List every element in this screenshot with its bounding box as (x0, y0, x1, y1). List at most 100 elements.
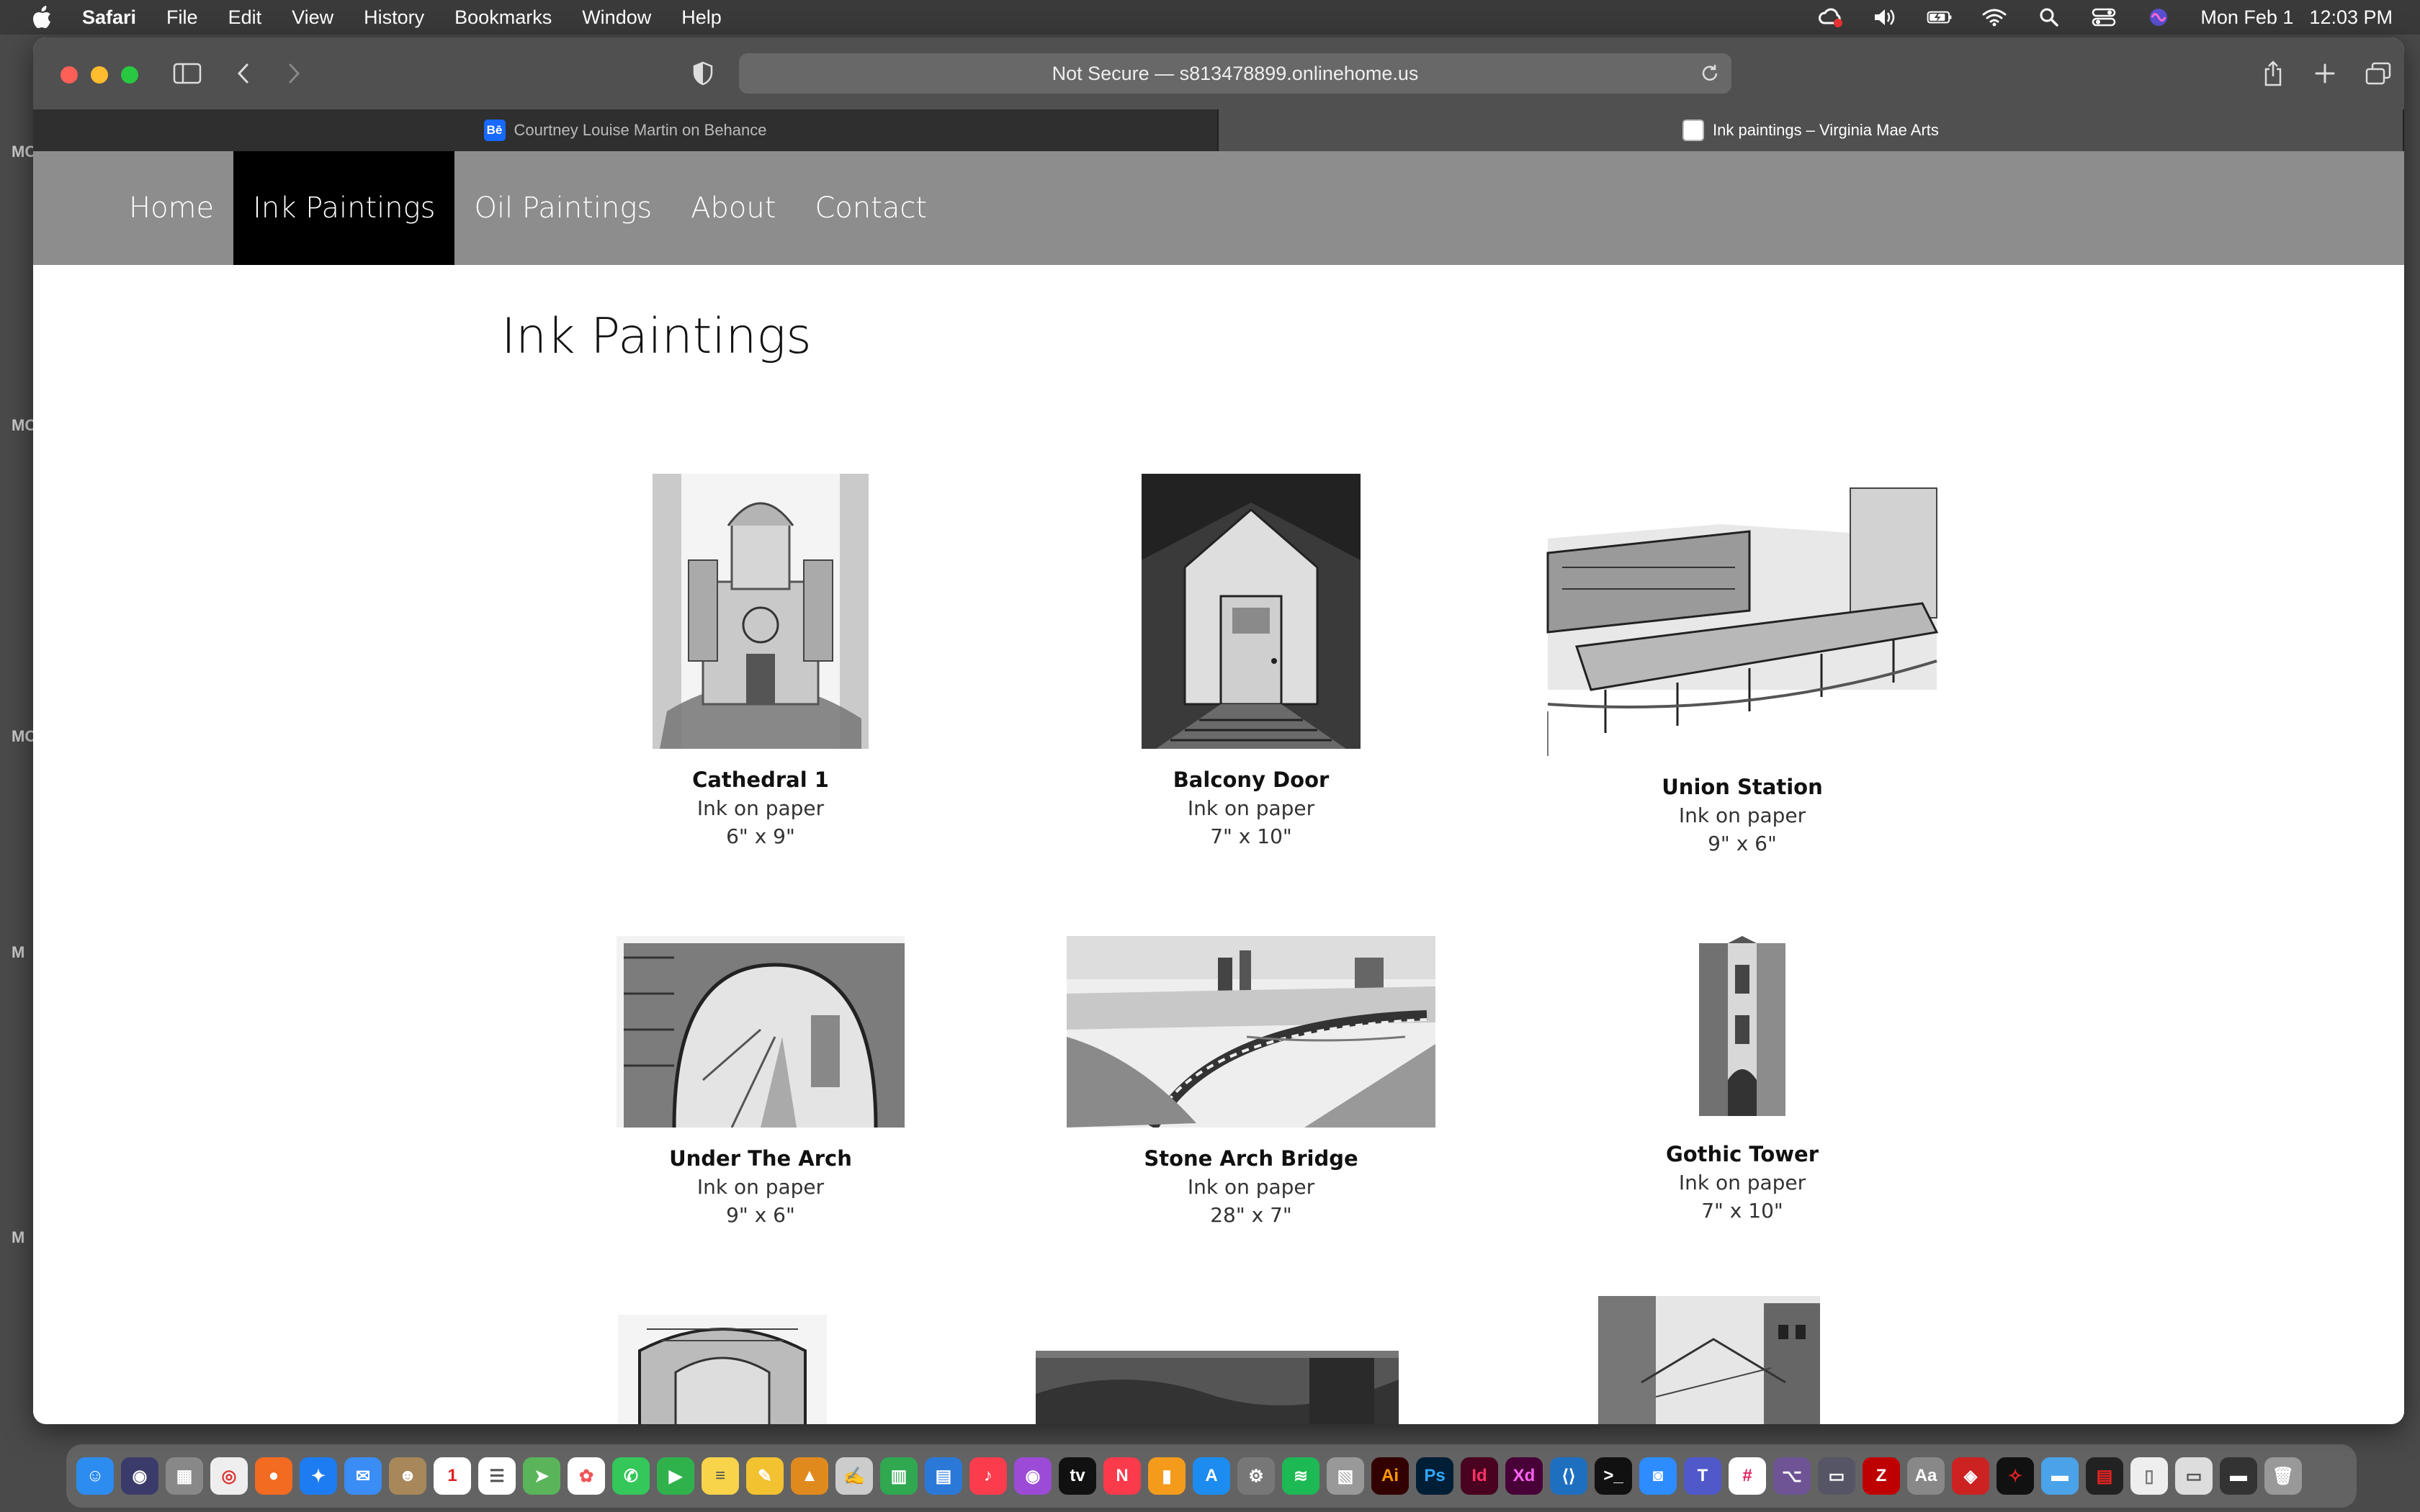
menu-clock[interactable]: Mon Feb 1 12:03 PM (2200, 6, 2393, 29)
notes-icon[interactable]: ≡ (702, 1457, 739, 1495)
contacts-icon[interactable]: ☻ (389, 1457, 426, 1495)
back-icon[interactable] (229, 60, 258, 86)
zoom-window-button[interactable] (121, 66, 138, 84)
image-file-icon[interactable]: ▭ (2175, 1457, 2213, 1495)
nav-ink-paintings[interactable]: Ink Paintings (233, 151, 455, 265)
vlc-icon[interactable]: ▲ (791, 1457, 828, 1495)
painting-thumbnail[interactable] (617, 936, 905, 1128)
pages-icon[interactable]: ✎ (746, 1457, 784, 1495)
minimize-window-button[interactable] (91, 66, 108, 84)
tab-ink-paintings[interactable]: Ink paintings – Virginia Mae Arts (1219, 109, 2404, 151)
control-center-icon[interactable] (2091, 6, 2117, 28)
firefox-icon[interactable]: ● (255, 1457, 292, 1495)
font-book-icon[interactable]: Aa (1907, 1457, 1945, 1495)
painting-thumbnail[interactable] (1067, 936, 1435, 1128)
nav-home[interactable]: Home (109, 151, 233, 265)
adobe-xd-icon[interactable]: Xd (1505, 1457, 1543, 1495)
photos-icon[interactable]: ✿ (568, 1457, 605, 1495)
reminders-icon[interactable]: ☰ (478, 1457, 516, 1495)
painting-thumbnail[interactable] (618, 1315, 827, 1424)
nav-oil-paintings[interactable]: Oil Paintings (454, 151, 671, 265)
screen-sharing-icon[interactable]: ▭ (1818, 1457, 1855, 1495)
music-icon[interactable]: ♪ (969, 1457, 1007, 1495)
calendar-icon[interactable]: 1 (434, 1457, 471, 1495)
finder-icon[interactable]: ☺ (76, 1457, 114, 1495)
trash-icon[interactable]: 🗑 (2264, 1457, 2302, 1495)
painting-thumbnail[interactable] (1533, 474, 1951, 756)
maps-icon[interactable]: ➤ (523, 1457, 560, 1495)
slack-icon[interactable]: # (1729, 1457, 1766, 1495)
news-icon[interactable]: N (1103, 1457, 1141, 1495)
terminal-icon[interactable]: >_ (1595, 1457, 1632, 1495)
system-preferences-icon[interactable]: ⚙ (1237, 1457, 1275, 1495)
spotify-icon[interactable]: ≋ (1282, 1457, 1319, 1495)
illustrator-icon[interactable]: Ai (1371, 1457, 1409, 1495)
forward-icon[interactable] (279, 60, 308, 86)
share-icon[interactable] (2259, 60, 2287, 86)
launchpad-icon[interactable]: ▦ (166, 1457, 203, 1495)
volume-icon[interactable] (1872, 6, 1898, 28)
menu-history[interactable]: History (364, 6, 424, 29)
books-icon[interactable]: ▮ (1148, 1457, 1186, 1495)
menu-help[interactable]: Help (681, 6, 722, 29)
creative-cloud-icon[interactable] (1817, 6, 1843, 28)
siri-icon[interactable] (2146, 6, 2172, 28)
acrobat-icon[interactable]: ✧ (1996, 1457, 2034, 1495)
photoshop-icon[interactable]: Ps (1416, 1457, 1453, 1495)
nav-contact[interactable]: Contact (795, 151, 946, 265)
menu-edit[interactable]: Edit (228, 6, 262, 29)
menu-window[interactable]: Window (582, 6, 651, 29)
facetime-icon[interactable]: ▶ (657, 1457, 694, 1495)
podcasts-icon[interactable]: ◉ (1014, 1457, 1052, 1495)
page-title: Ink Paintings (501, 308, 812, 365)
tab-overview-icon[interactable] (2364, 60, 2393, 86)
privacy-report-shield-icon[interactable] (689, 60, 717, 86)
apple-tv-icon[interactable]: tv (1059, 1457, 1096, 1495)
downloads-folder-icon[interactable]: ▬ (2041, 1457, 2079, 1495)
tab-behance[interactable]: Bē Courtney Louise Martin on Behance (33, 109, 1219, 151)
painting-thumbnail[interactable] (1036, 1351, 1399, 1424)
close-window-button[interactable] (60, 66, 78, 84)
github-desktop-icon[interactable]: ⌥ (1773, 1457, 1811, 1495)
siri-dock-icon[interactable]: ◉ (121, 1457, 158, 1495)
teams-icon[interactable]: T (1684, 1457, 1721, 1495)
keynote-icon[interactable]: ▤ (925, 1457, 962, 1495)
app-store-icon[interactable]: A (1193, 1457, 1230, 1495)
address-text: Not Secure — s813478899.onlinehome.us (1052, 62, 1419, 84)
filezilla-icon[interactable]: Z (1863, 1457, 1900, 1495)
pdf-document-icon[interactable]: ▤ (2086, 1457, 2123, 1495)
painting-title: Gothic Tower (1665, 1142, 1819, 1166)
wifi-icon[interactable] (1981, 6, 2007, 28)
painting-thumbnail[interactable] (1142, 474, 1361, 749)
messages-icon[interactable]: ✆ (612, 1457, 650, 1495)
web-page: Home Ink Paintings Oil Paintings About C… (33, 151, 2404, 1424)
new-tab-icon[interactable] (2311, 60, 2339, 86)
painting-thumbnail[interactable] (1598, 1296, 1820, 1424)
screenshot-icon[interactable]: ▬ (2220, 1457, 2257, 1495)
apple-icon[interactable] (27, 3, 56, 32)
painting-thumbnail[interactable] (1685, 936, 1800, 1123)
spotlight-search-icon[interactable] (2036, 6, 2062, 28)
disk-utility-icon[interactable]: ▧ (1327, 1457, 1364, 1495)
reload-icon[interactable] (1698, 62, 1721, 85)
textedit-icon[interactable]: ✍ (835, 1457, 873, 1495)
menu-app-name[interactable]: Safari (82, 6, 136, 29)
menu-file[interactable]: File (166, 6, 198, 29)
painting-thumbnail[interactable] (653, 474, 869, 749)
nav-about[interactable]: About (671, 151, 795, 265)
mail-icon[interactable]: ✉ (344, 1457, 382, 1495)
indesign-icon[interactable]: Id (1461, 1457, 1498, 1495)
painting-title: Balcony Door (1173, 768, 1330, 792)
address-bar[interactable]: Not Secure — s813478899.onlinehome.us (739, 53, 1731, 94)
zoom-icon[interactable]: ◙ (1639, 1457, 1677, 1495)
chrome-icon[interactable]: ◎ (210, 1457, 248, 1495)
vscode-icon[interactable]: ⟨⟩ (1550, 1457, 1587, 1495)
safari-dock-icon[interactable]: ✦ (300, 1457, 337, 1495)
document-icon[interactable]: ▯ (2130, 1457, 2168, 1495)
adobe-app-icon[interactable]: ◈ (1952, 1457, 1989, 1495)
battery-icon[interactable] (1927, 6, 1953, 28)
menu-bookmarks[interactable]: Bookmarks (454, 6, 552, 29)
menu-view[interactable]: View (292, 6, 333, 29)
sidebar-toggle-icon[interactable] (173, 60, 202, 86)
numbers-icon[interactable]: ▥ (880, 1457, 918, 1495)
